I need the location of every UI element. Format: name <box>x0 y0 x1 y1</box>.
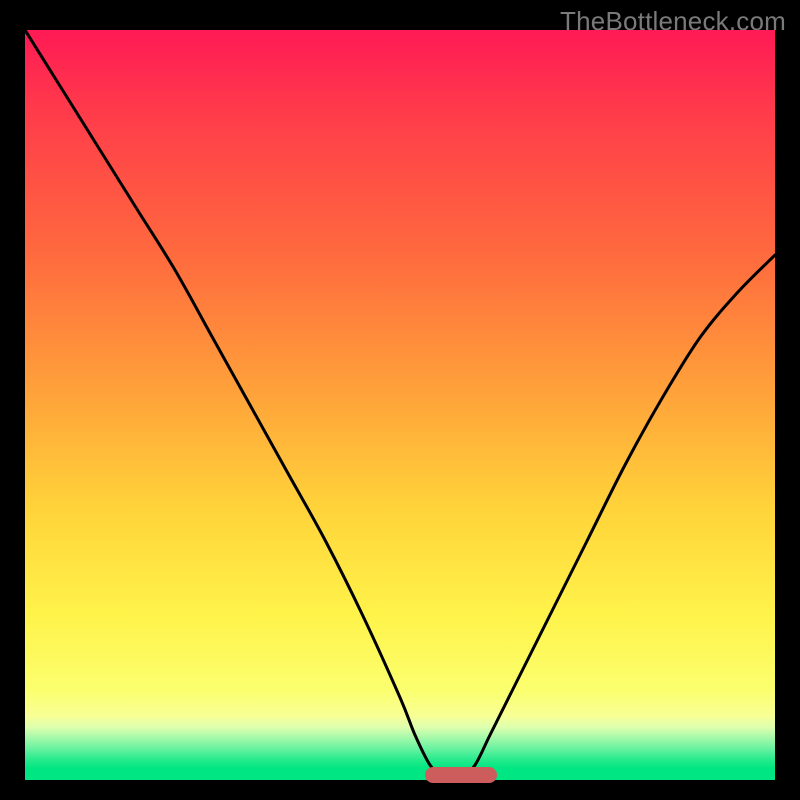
optimal-range-marker <box>425 767 497 783</box>
plot-area <box>25 30 775 780</box>
chart-frame: TheBottleneck.com <box>0 0 800 800</box>
bottleneck-curve <box>25 30 775 780</box>
